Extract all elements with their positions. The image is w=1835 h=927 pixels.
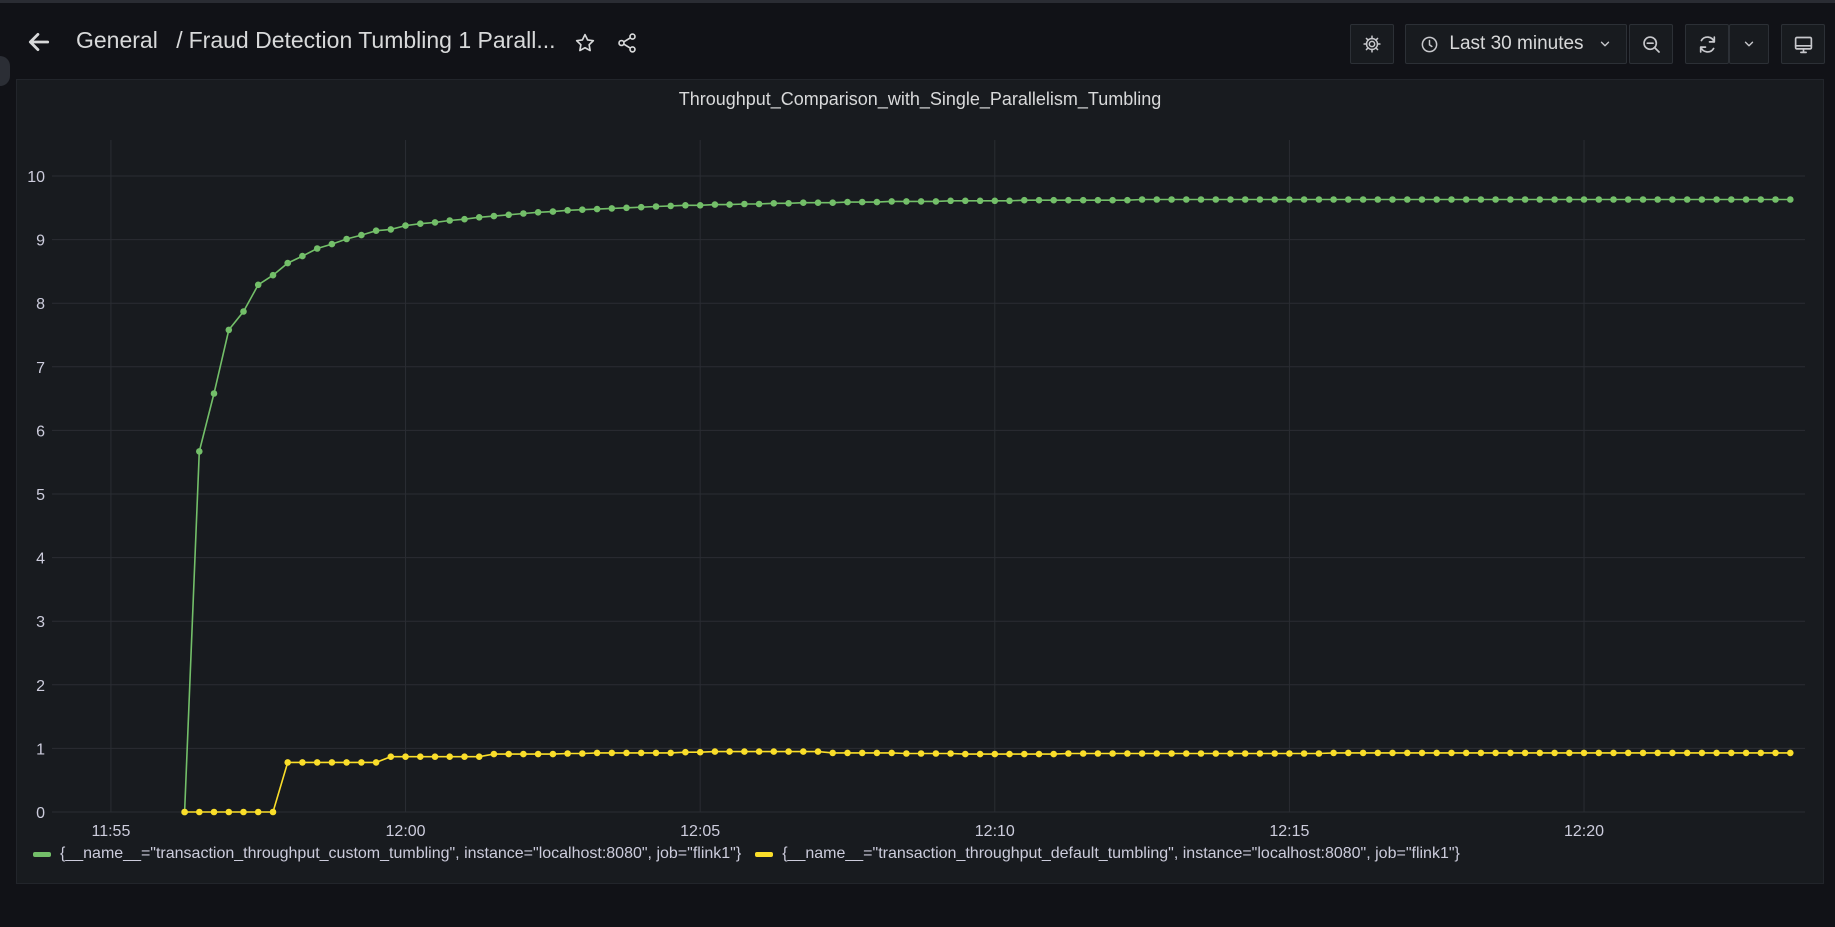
chevron-down-icon <box>1600 41 1609 47</box>
zoom-out-button[interactable] <box>1629 24 1673 64</box>
dashboard-header: General / Fraud Detection Tumbling 1 Para… <box>0 3 1835 77</box>
panel-title: Throughput_Comparison_with_Single_Parall… <box>678 89 1162 109</box>
share-button[interactable] <box>614 30 640 56</box>
chevron-down-icon <box>1744 41 1754 47</box>
clock-icon <box>1422 36 1438 52</box>
time-range-label: Last 30 minutes <box>1449 33 1584 54</box>
time-range-picker[interactable]: Last 30 minutes <box>1405 24 1627 64</box>
legend-item-default[interactable]: {__name__="transaction_throughput_defaul… <box>755 845 1460 863</box>
legend-label-default: {__name__="transaction_throughput_defaul… <box>782 845 1460 862</box>
star-button[interactable] <box>572 30 598 56</box>
share-icon <box>618 33 636 53</box>
dashboard-settings-button[interactable] <box>1350 24 1394 64</box>
breadcrumb-folder[interactable]: General <box>76 27 158 53</box>
graph-panel[interactable]: Throughput_Comparison_with_Single_Parall… <box>16 79 1824 884</box>
back-button[interactable] <box>22 25 56 59</box>
monitor-icon <box>1794 36 1812 53</box>
star-icon <box>575 33 595 52</box>
gear-icon <box>1363 35 1381 53</box>
legend-item-custom[interactable]: {__name__="transaction_throughput_custom… <box>33 845 741 863</box>
legend-swatch-custom <box>33 851 51 857</box>
arrow-left-icon <box>28 33 50 51</box>
breadcrumb: General / Fraud Detection Tumbling 1 Para… <box>76 27 556 54</box>
refresh-icon <box>1699 35 1715 53</box>
dashboard-title: Fraud Detection Tumbling 1 Parall... <box>188 27 556 53</box>
refresh-interval-dropdown[interactable] <box>1729 24 1769 64</box>
legend-label-custom: {__name__="transaction_throughput_custom… <box>60 845 742 862</box>
tv-mode-button[interactable] <box>1781 24 1825 64</box>
zoom-out-icon <box>1642 35 1660 53</box>
refresh-button[interactable] <box>1685 24 1729 64</box>
breadcrumb-separator: / <box>176 27 183 53</box>
legend-swatch-default <box>755 851 774 857</box>
chart-legend: {__name__="transaction_throughput_custom… <box>33 845 1474 863</box>
